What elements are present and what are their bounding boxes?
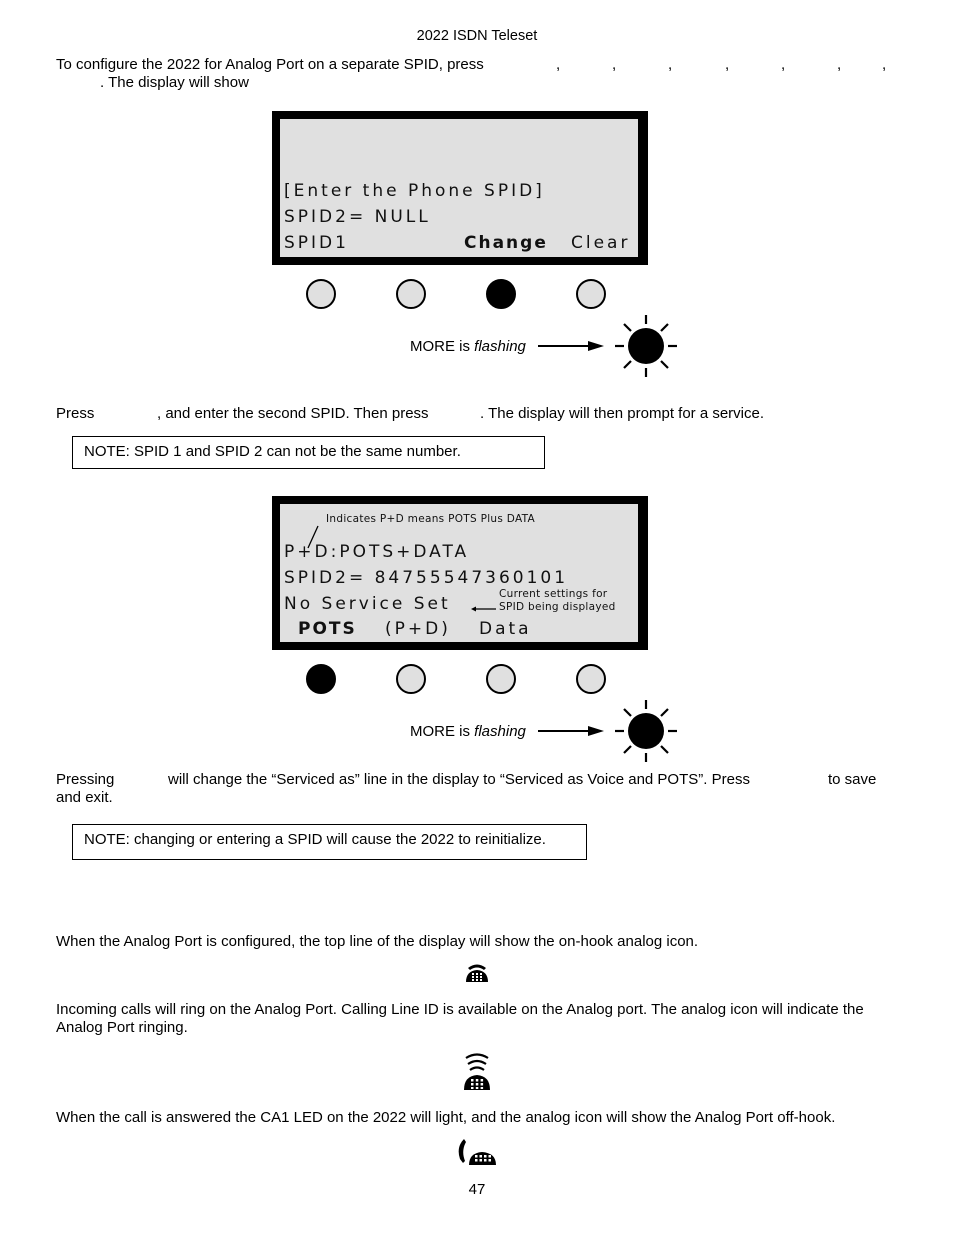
- softkey-button-1[interactable]: [306, 279, 336, 309]
- comma: ,: [612, 56, 617, 73]
- softkey-button-3[interactable]: [486, 664, 516, 694]
- more-led-flashing-icon: [615, 700, 677, 762]
- more-label-text: MORE is: [410, 338, 470, 355]
- intro-line-2: . The display will show: [100, 74, 249, 91]
- lcd-line-service-status: No Service Set: [284, 594, 451, 614]
- step2-end: . The display will then prompt for a ser…: [480, 405, 765, 422]
- lcd-line-service-type: P+D:POTS+DATA: [284, 542, 470, 562]
- step3-mid: will change the “Serviced as” line in th…: [168, 771, 750, 788]
- more-state-text: flashing: [474, 338, 526, 355]
- comma: ,: [556, 56, 561, 73]
- page-header: 2022 ISDN Teleset: [416, 28, 538, 44]
- lcd-line-spid2: SPID2= NULL: [284, 207, 431, 227]
- arrow-right-icon: [538, 726, 604, 736]
- annotation-arrow-left-icon: [471, 606, 496, 612]
- phone-on-hook-icon: [466, 964, 488, 982]
- annotation-current-settings: Current settings for SPID being displaye…: [499, 588, 616, 614]
- step2-mid: , and enter the second SPID. Then press: [157, 405, 429, 422]
- arrow-right-icon: [538, 341, 604, 351]
- softkey-label-data: Data: [479, 619, 532, 639]
- softkey-button-4[interactable]: [576, 279, 606, 309]
- phone-ringing-icon: [464, 1053, 490, 1090]
- lcd-screen: [Enter the Phone SPID] SPID2= NULL SPID1…: [280, 119, 638, 257]
- more-flashing-label: MORE is flashing: [410, 723, 526, 740]
- analog-answered-text: When the call is answered the CA1 LED on…: [56, 1109, 836, 1126]
- annotation-line: Current settings for: [499, 588, 608, 600]
- lcd-display-spid-entry: [Enter the Phone SPID] SPID2= NULL SPID1…: [272, 111, 648, 265]
- more-state-text: flashing: [474, 723, 526, 740]
- lcd-display-service-select: Indicates P+D means POTS Plus DATA P+D:P…: [272, 496, 648, 650]
- note-reinitialize: NOTE: changing or entering a SPID will c…: [72, 824, 587, 860]
- analog-configured-text: When the Analog Port is configured, the …: [56, 933, 699, 950]
- softkey-button-2[interactable]: [396, 279, 426, 309]
- more-arrow-and-led: [538, 700, 677, 762]
- annotation-line: SPID being displayed: [499, 601, 616, 613]
- softkey-label-clear: Clear: [571, 233, 631, 253]
- step3-line2: and exit.: [56, 789, 113, 806]
- analog-incoming-line2: Analog Port ringing.: [56, 1019, 188, 1036]
- softkey-label-pots: POTS: [298, 619, 357, 639]
- more-arrow-and-led: [538, 315, 677, 377]
- softkey-button-3[interactable]: [486, 279, 516, 309]
- step3-pressing: Pressing: [56, 771, 115, 788]
- softkey-button-2[interactable]: [396, 664, 426, 694]
- page-number: 47: [468, 1181, 486, 1198]
- annotation-pd-meaning: Indicates P+D means POTS Plus DATA: [326, 513, 536, 525]
- comma: ,: [781, 56, 786, 73]
- softkey-label-change: Change: [464, 233, 548, 253]
- analog-incoming-line1: Incoming calls will ring on the Analog P…: [56, 1001, 864, 1018]
- comma: ,: [882, 56, 887, 73]
- softkey-label-spid1: SPID1: [284, 233, 349, 253]
- comma: ,: [725, 56, 730, 73]
- lcd-line-spid2-value: SPID2= 84755547360101: [284, 568, 569, 588]
- lcd-screen: Indicates P+D means POTS Plus DATA P+D:P…: [280, 504, 638, 642]
- phone-off-hook-icon: [458, 1139, 496, 1165]
- softkey-button-4[interactable]: [576, 664, 606, 694]
- step2-press: Press: [56, 405, 95, 422]
- lcd-line-prompt: [Enter the Phone SPID]: [284, 181, 545, 201]
- more-flashing-label: MORE is flashing: [410, 338, 526, 355]
- softkey-button-1[interactable]: [306, 664, 336, 694]
- more-label-text: MORE is: [410, 723, 470, 740]
- key-sequence-commas: , , , , , , ,: [0, 56, 954, 74]
- comma: ,: [668, 56, 673, 73]
- note-spid-unique: NOTE: SPID 1 and SPID 2 can not be the s…: [72, 436, 545, 469]
- more-led-flashing-icon: [615, 315, 677, 377]
- softkey-label-pd: (P+D): [385, 619, 451, 639]
- step3-end: to save: [828, 771, 877, 788]
- comma: ,: [837, 56, 842, 73]
